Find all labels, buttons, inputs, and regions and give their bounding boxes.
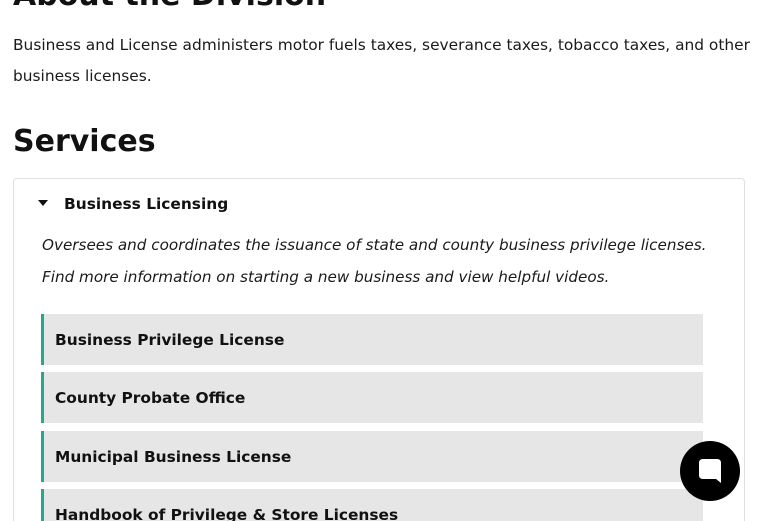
services-heading: Services bbox=[13, 124, 156, 159]
accordion-title: Business Licensing bbox=[64, 195, 229, 213]
accordion-description: Oversees and coordinates the issuance of… bbox=[42, 236, 707, 286]
about-division-text: Business and License administers motor f… bbox=[13, 36, 750, 85]
link-label: Business Privilege License bbox=[55, 331, 285, 349]
link-county-probate-office[interactable]: County Probate Office bbox=[41, 372, 703, 423]
link-label: County Probate Office bbox=[55, 389, 246, 407]
link-municipal-business-license[interactable]: Municipal Business License bbox=[41, 431, 703, 482]
link-business-privilege-license[interactable]: Business Privilege License bbox=[41, 314, 703, 365]
business-licensing-accordion: Business Licensing Oversees and coordina… bbox=[13, 178, 745, 521]
page: About the Division Business and License … bbox=[0, 0, 760, 521]
link-label: Handbook of Privilege & Store Licenses bbox=[55, 506, 399, 521]
caret-down-icon bbox=[38, 200, 48, 206]
link-label: Municipal Business License bbox=[55, 448, 292, 466]
chat-button[interactable] bbox=[680, 441, 740, 501]
link-handbook-privilege-store-licenses[interactable]: Handbook of Privilege & Store Licenses bbox=[41, 489, 703, 521]
accordion-toggle[interactable]: Business Licensing bbox=[14, 179, 744, 229]
about-division-heading: About the Division bbox=[13, 0, 326, 14]
chat-bubble-icon bbox=[699, 459, 721, 483]
